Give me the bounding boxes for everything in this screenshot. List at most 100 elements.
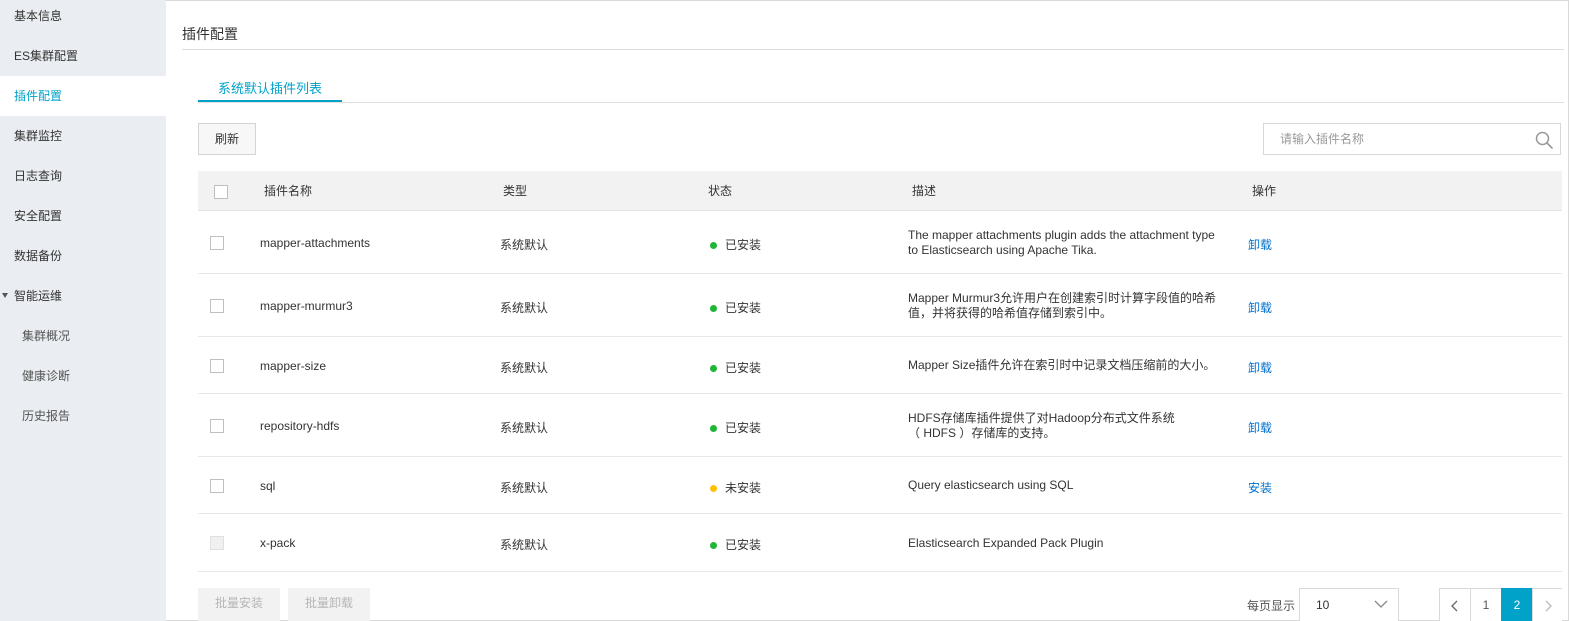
per-page-label: 每页显示 — [1247, 599, 1296, 613]
uninstall-link[interactable]: 卸载 — [1248, 419, 1272, 436]
row-checkbox[interactable] — [210, 235, 224, 250]
sidebar-item-cluster-overview[interactable]: 集群概况 — [0, 316, 166, 356]
table-row: mapper-attachments 系统默认 已安装 The mapper atta… — [198, 211, 1562, 274]
table-row: repository-hdfs 系统默认 已安装 HDFS存储库插件提供了对Hadoo… — [198, 394, 1562, 457]
plugin-type: 系统默认 — [500, 420, 549, 435]
expand-caret-icon — [2, 293, 8, 298]
prev-page-button[interactable] — [1439, 588, 1471, 621]
column-header-type: 类型 — [503, 184, 528, 198]
status-badge: 已安装 — [710, 359, 761, 376]
status-text: 已安装 — [725, 538, 762, 552]
uninstall-link[interactable]: 卸载 — [1248, 359, 1272, 376]
sidebar-item-data-backup[interactable]: 数据备份 — [0, 236, 166, 276]
table-row: x-pack 系统默认 已安装 Elasticsearch Expanded Pack… — [198, 514, 1562, 572]
row-checkbox[interactable] — [210, 358, 224, 373]
table-row: sql 系统默认 未安装 Query elasticsearch using SQL 安… — [198, 457, 1562, 514]
batch-install-button[interactable]: 批量安装 — [198, 588, 280, 621]
status-dot-icon — [710, 364, 717, 372]
status-badge: 已安装 — [710, 299, 761, 316]
plugin-type: 系统默认 — [500, 538, 549, 552]
description-line: 值，并将获得的哈希值存储到索引中。 — [908, 305, 1113, 320]
divider — [198, 102, 1564, 103]
status-text: 未安装 — [725, 480, 762, 495]
row-checkbox[interactable] — [210, 298, 224, 313]
uninstall-link[interactable]: 卸载 — [1248, 299, 1272, 316]
plugin-type: 系统默认 — [500, 360, 549, 375]
plugin-description: Elasticsearch Expanded Pack Plugin — [908, 536, 1228, 551]
status-text: 已安装 — [725, 360, 762, 375]
description-line: HDFS存储库插件提供了对Hadoop分布式文件系统 — [908, 410, 1175, 425]
plugin-type: 系统默认 — [500, 300, 549, 315]
status-badge: 已安装 — [710, 236, 761, 253]
search-box — [1263, 123, 1561, 155]
table-header: 插件名称 类型 状态 描述 操作 — [198, 171, 1562, 211]
sidebar-item-cluster-monitor[interactable]: 集群监控 — [0, 116, 166, 156]
install-link[interactable]: 安装 — [1248, 479, 1272, 496]
sidebar-item-plugin-config[interactable]: 插件配置 — [0, 76, 166, 116]
row-checkbox — [210, 536, 224, 550]
refresh-button[interactable]: 刷新 — [198, 123, 256, 155]
page-title: 插件配置 — [182, 26, 238, 42]
status-text: 已安装 — [725, 300, 762, 315]
status-text: 已安装 — [725, 420, 762, 435]
plugin-type: 系统默认 — [500, 237, 549, 252]
search-icon[interactable] — [1534, 130, 1554, 150]
sidebar-item-basic-info[interactable]: 基本信息 — [0, 0, 166, 36]
plugin-name: mapper-size — [260, 358, 327, 373]
plugin-name: mapper-murmur3 — [260, 298, 353, 313]
description-line: The mapper attachments plugin adds the a… — [908, 227, 1215, 242]
uninstall-link[interactable]: 卸载 — [1248, 236, 1272, 253]
sidebar-item-smart-ops[interactable]: 智能运维 — [0, 276, 166, 316]
chevron-right-icon — [1545, 600, 1552, 612]
sidebar-item-log-query[interactable]: 日志查询 — [0, 156, 166, 196]
page-button-2[interactable]: 2 — [1501, 588, 1533, 621]
per-page-select[interactable]: 10 — [1299, 588, 1399, 621]
status-badge: 未安装 — [710, 479, 761, 496]
tab-default-plugins[interactable]: 系统默认插件列表 — [198, 78, 342, 102]
sidebar-item-health-diagnosis[interactable]: 健康诊断 — [0, 356, 166, 396]
plugin-description: The mapper attachments plugin adds the a… — [908, 228, 1228, 258]
next-page-button[interactable] — [1532, 588, 1562, 621]
plugin-type: 系统默认 — [500, 480, 549, 495]
per-page-value: 10 — [1316, 598, 1330, 612]
plugin-name: repository-hdfs — [260, 418, 340, 433]
status-badge: 已安装 — [710, 536, 761, 553]
column-header-description: 描述 — [912, 184, 937, 198]
sidebar-item-es-cluster-config[interactable]: ES集群配置 — [0, 36, 166, 76]
status-dot-icon — [710, 542, 717, 549]
plugin-description: HDFS存储库插件提供了对Hadoop分布式文件系统（ HDFS ）存储库的支持… — [908, 411, 1228, 441]
sidebar: 基本信息 ES集群配置 插件配置 集群监控 日志查询 安全配置 数据备份 智能运… — [0, 0, 166, 621]
status-badge: 已安装 — [710, 419, 761, 436]
sidebar-item-label: 智能运维 — [14, 289, 63, 303]
status-text: 已安装 — [725, 237, 762, 252]
sidebar-item-history-report[interactable]: 历史报告 — [0, 396, 166, 436]
chevron-left-icon — [1451, 600, 1458, 612]
select-all-checkbox[interactable] — [214, 185, 228, 199]
column-header-name: 插件名称 — [264, 184, 313, 198]
status-dot-icon — [710, 424, 717, 432]
plugin-name: x-pack — [260, 536, 296, 550]
table-row: mapper-size 系统默认 已安装 Mapper Size插件允许在索引时中记录… — [198, 337, 1562, 394]
status-dot-icon — [710, 484, 717, 492]
table-row: mapper-murmur3 系统默认 已安装 Mapper Murmur3允许用户在… — [198, 274, 1562, 337]
plugin-description: Mapper Murmur3允许用户在创建索引时计算字段值的哈希 值，并将获得的哈… — [908, 291, 1228, 321]
description-line: to Elasticsearch using Apache Tika. — [908, 242, 1097, 257]
chevron-down-icon — [1374, 600, 1388, 608]
plugin-name: sql — [260, 478, 276, 493]
row-checkbox[interactable] — [210, 418, 224, 433]
sidebar-item-security-config[interactable]: 安全配置 — [0, 196, 166, 236]
column-header-action: 操作 — [1252, 184, 1277, 198]
description-line: Mapper Size插件允许在索引时中记录文档压缩前的大小。 — [908, 358, 1216, 372]
description-line: （ HDFS ）存储库的支持。 — [908, 425, 1056, 440]
description-line: Elasticsearch Expanded Pack Plugin — [908, 535, 1104, 550]
divider — [182, 49, 1564, 50]
status-dot-icon — [710, 241, 717, 249]
plugin-description: Query elasticsearch using SQL — [908, 478, 1228, 493]
plugin-description: Mapper Size插件允许在索引时中记录文档压缩前的大小。 — [908, 358, 1228, 373]
row-checkbox[interactable] — [210, 478, 224, 493]
batch-uninstall-button[interactable]: 批量卸载 — [288, 588, 370, 621]
plugin-name: mapper-attachments — [260, 235, 371, 250]
description-line: Mapper Murmur3允许用户在创建索引时计算字段值的哈希 — [908, 290, 1217, 305]
page-button-1[interactable]: 1 — [1470, 588, 1502, 621]
search-input[interactable] — [1264, 124, 1524, 154]
